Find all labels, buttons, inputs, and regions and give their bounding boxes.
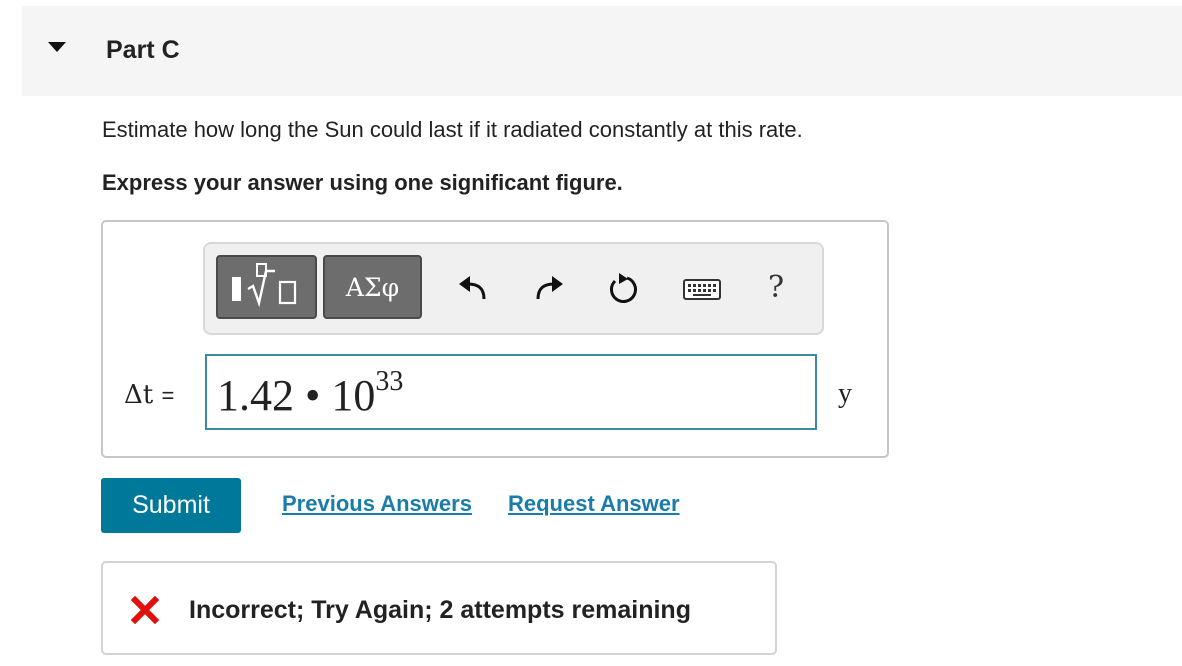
redo-icon[interactable] [532, 272, 566, 306]
triangle-down-icon[interactable] [48, 42, 66, 52]
templates-radical-icon [232, 277, 241, 301]
submit-button[interactable]: Submit [101, 478, 241, 533]
unit-label: y [838, 378, 852, 409]
feedback-box: Incorrect; Try Again; 2 attempts remaini… [101, 561, 777, 655]
variable-symbol: Δt [124, 380, 154, 410]
request-answer-link[interactable]: Request Answer [508, 491, 680, 517]
multiply-operator: • [305, 371, 321, 420]
templates-button[interactable] [216, 255, 317, 319]
answer-mantissa: 1.42 [217, 371, 294, 420]
question-text: Estimate how long the Sun could last if … [102, 117, 803, 142]
part-title: Part C [106, 36, 180, 64]
variable-label: Δt = [124, 380, 174, 410]
x-icon [131, 596, 159, 624]
answer-input[interactable]: 1.42 • 1033 [205, 354, 817, 430]
greek-symbols-button[interactable]: ΑΣφ [323, 255, 422, 319]
undo-icon[interactable] [456, 272, 490, 306]
part-header[interactable] [22, 6, 1182, 96]
answer-base: 10 [331, 371, 376, 420]
keyboard-icon[interactable] [682, 272, 722, 306]
help-button[interactable]: ? [768, 270, 784, 305]
answer-value: 1.42 • 1033 [217, 366, 403, 421]
previous-answers-link[interactable]: Previous Answers [282, 491, 472, 517]
instruction-text: Express your answer using one significan… [102, 170, 623, 195]
reset-icon[interactable] [606, 272, 640, 306]
radical-icon [247, 263, 297, 308]
equals-sign: = [161, 383, 175, 408]
answer-exponent: 33 [375, 366, 404, 398]
feedback-message: Incorrect; Try Again; 2 attempts remaini… [189, 596, 691, 624]
